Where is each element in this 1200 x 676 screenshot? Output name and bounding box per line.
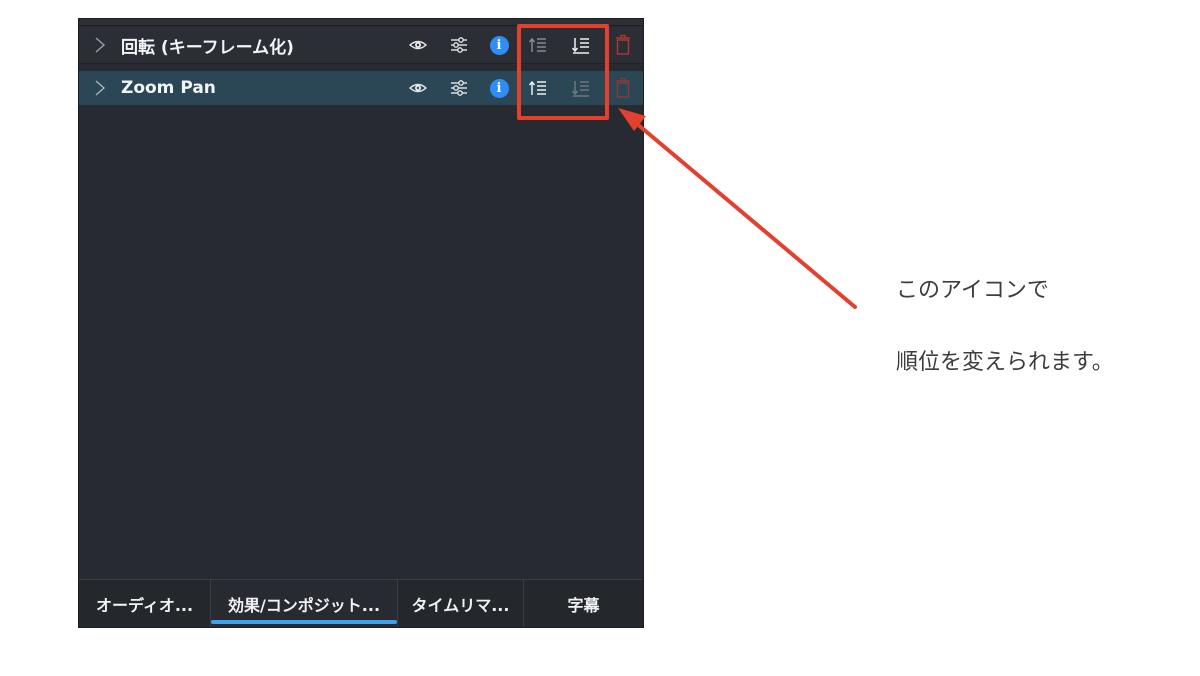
annotation-caption-line1: このアイコンで xyxy=(896,278,1049,303)
annotation-caption-line2: 順位を変えられます。 xyxy=(896,350,1114,375)
annotation-arrow xyxy=(618,108,857,309)
